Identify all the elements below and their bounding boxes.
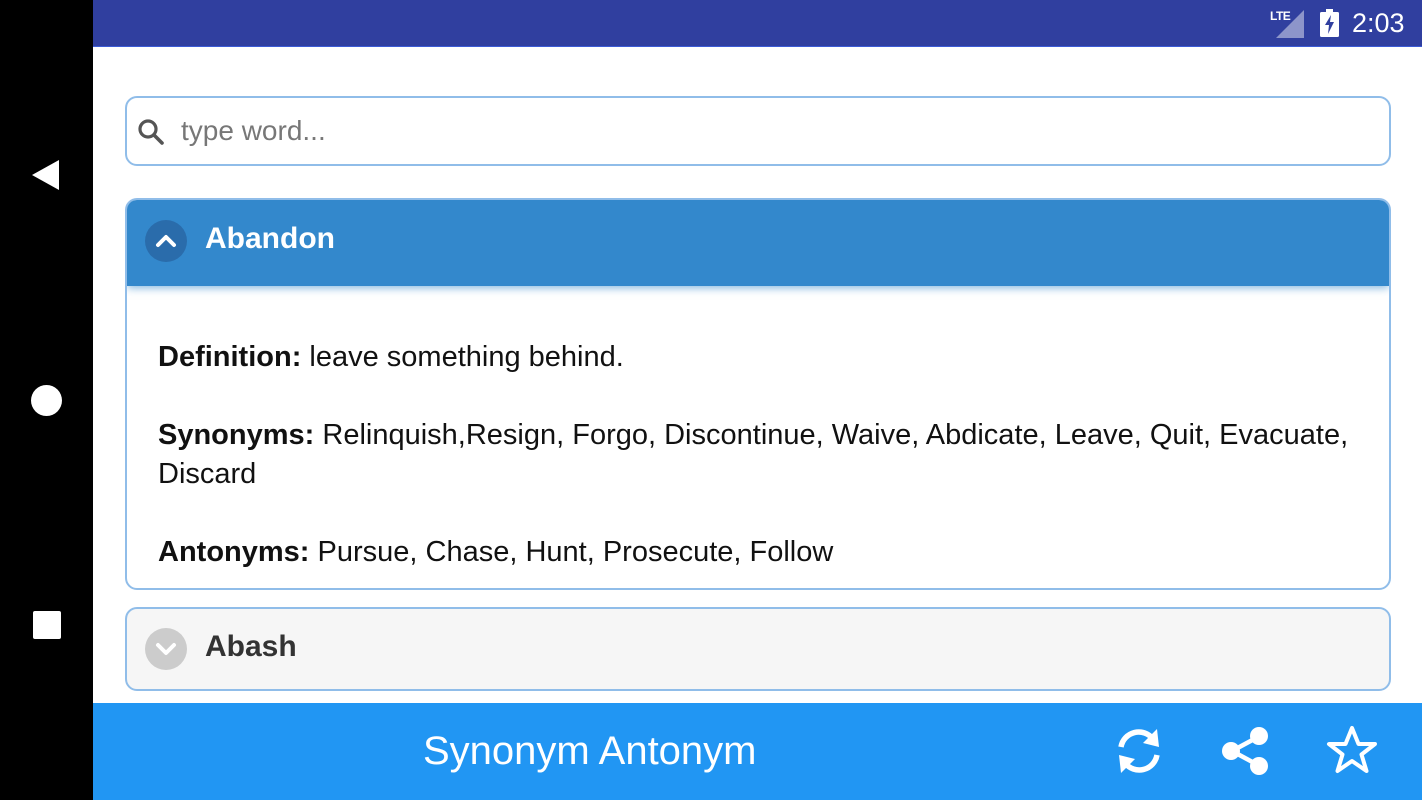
search-input[interactable]: [179, 106, 1369, 156]
refresh-icon[interactable]: [1113, 725, 1165, 777]
synonyms-label: Synonyms:: [158, 419, 315, 451]
app-title: Synonym Antonym: [423, 729, 757, 773]
search-box[interactable]: [125, 96, 1391, 166]
definition-text: leave something behind.: [309, 341, 624, 373]
chevron-down-icon: [156, 643, 176, 655]
clock: 2:03: [1352, 8, 1405, 38]
definition-line: Definition: leave something behind.: [158, 338, 1358, 377]
entry-word: Abash: [205, 630, 297, 663]
home-icon[interactable]: [31, 385, 62, 416]
recents-icon[interactable]: [33, 611, 61, 639]
synonyms-line: Synonyms: Relinquish,Resign, Forgo, Disc…: [158, 416, 1358, 494]
navigation-bar: [0, 0, 93, 800]
word-entry-collapsed[interactable]: Abash: [125, 607, 1391, 691]
antonyms-label: Antonyms:: [158, 536, 310, 568]
entry-word: Abandon: [205, 222, 335, 255]
star-icon[interactable]: [1326, 725, 1378, 777]
collapse-toggle[interactable]: [145, 220, 187, 262]
antonyms-line: Antonyms: Pursue, Chase, Hunt, Prosecute…: [158, 533, 1358, 572]
search-icon: [138, 119, 164, 145]
share-icon[interactable]: [1220, 725, 1272, 777]
bottom-app-bar: Synonym Antonym: [93, 703, 1422, 800]
word-entry-details: Definition: leave something behind. Syno…: [158, 338, 1358, 611]
network-type: LTE: [1270, 9, 1291, 23]
status-bar: LTE 2:03: [93, 0, 1422, 47]
chevron-up-icon: [156, 235, 176, 247]
expand-toggle[interactable]: [145, 628, 187, 670]
antonyms-text: Pursue, Chase, Hunt, Prosecute, Follow: [317, 536, 834, 568]
word-entry-header[interactable]: Abandon: [127, 200, 1389, 286]
synonyms-text: Relinquish,Resign, Forgo, Discontinue, W…: [158, 419, 1349, 490]
back-icon[interactable]: [32, 160, 59, 190]
definition-label: Definition:: [158, 341, 302, 373]
battery-charging-icon: [1320, 9, 1339, 37]
